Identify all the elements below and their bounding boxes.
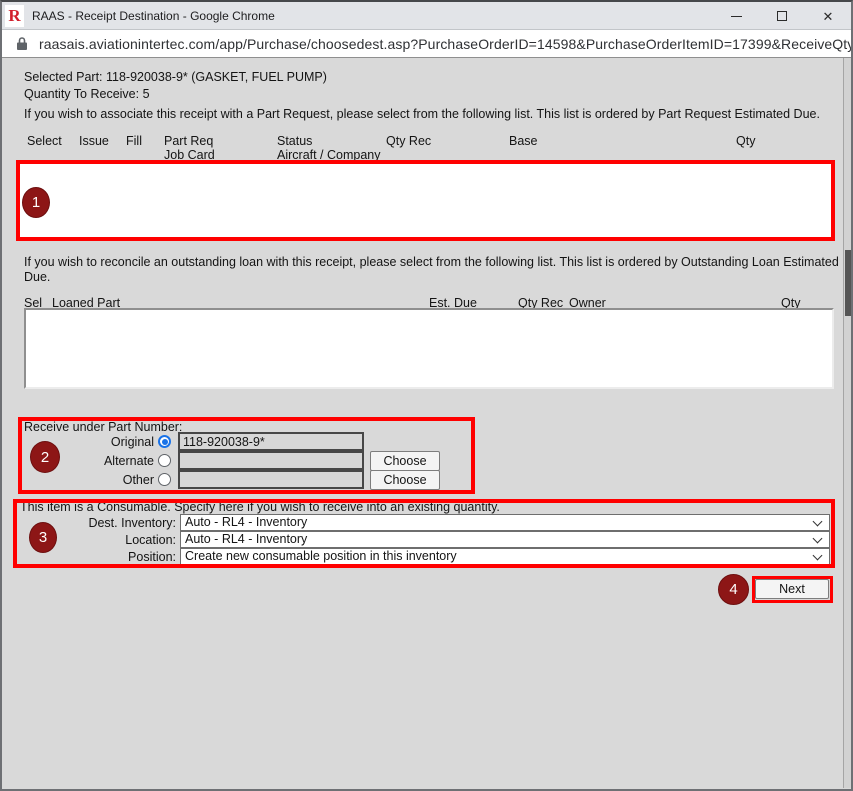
loan-list [24,308,834,389]
raas-favicon-icon: R [5,5,24,27]
next-button[interactable]: Next [755,579,829,599]
browser-window: R RAAS - Receipt Destination - Google Ch… [0,0,853,791]
location-value: Auto - RL4 - Inventory [185,532,307,546]
scrollbar-thumb[interactable] [845,250,851,316]
alternate-part-input[interactable] [178,451,364,470]
col-job-card: Job Card [164,148,215,162]
other-label: Other [60,473,154,487]
original-radio[interactable] [158,435,171,448]
alternate-choose-button[interactable]: Choose [370,451,440,471]
selected-part-text: Selected Part: 118-920038-9* (GASKET, FU… [24,70,327,84]
consumable-instruction: This item is a Consumable. Specify here … [20,500,500,514]
alternate-radio[interactable] [158,454,171,467]
col-qty: Qty [736,134,755,148]
maximize-button[interactable] [759,2,805,30]
position-label: Position: [42,550,176,564]
col-aircraft-company: Aircraft / Company [277,148,381,162]
quantity-to-receive-text: Quantity To Receive: 5 [24,87,150,101]
position-value: Create new consumable position in this i… [185,549,457,563]
chevron-down-icon [813,534,823,544]
original-label: Original [60,435,154,449]
col-part-req: Part Req [164,134,213,148]
lock-icon [16,36,28,51]
window-title: RAAS - Receipt Destination - Google Chro… [32,9,275,23]
other-radio[interactable] [158,473,171,486]
minimize-icon [731,16,742,17]
location-label: Location: [42,533,176,547]
window-controls: ✕ [713,2,851,30]
col-issue: Issue [79,134,109,148]
position-select[interactable]: Create new consumable position in this i… [180,548,830,565]
dest-inventory-select[interactable]: Auto - RL4 - Inventory [180,514,830,531]
part-request-instruction: If you wish to associate this receipt wi… [24,107,820,121]
other-part-input[interactable] [178,470,364,489]
url-text: raasais.aviationintertec.com/app/Purchas… [39,36,851,52]
other-choose-button[interactable]: Choose [370,470,440,490]
chevron-down-icon [813,551,823,561]
chevron-down-icon [813,517,823,527]
window-titlebar: R RAAS - Receipt Destination - Google Ch… [2,2,851,30]
page-content: Selected Part: 118-920038-9* (GASKET, FU… [2,58,851,788]
annotation-badge-2: 2 [30,441,60,473]
dest-inventory-label: Dest. Inventory: [42,516,176,530]
dest-inventory-value: Auto - RL4 - Inventory [185,515,307,529]
address-bar[interactable]: raasais.aviationintertec.com/app/Purchas… [2,30,851,58]
col-fill: Fill [126,134,142,148]
minimize-button[interactable] [713,2,759,30]
close-button[interactable]: ✕ [805,2,851,30]
annotation-badge-4: 4 [718,574,749,605]
maximize-icon [777,11,787,21]
alternate-label: Alternate [60,454,154,468]
original-part-input[interactable] [178,432,364,451]
col-select: Select [27,134,62,148]
col-status: Status [277,134,312,148]
scrollbar[interactable] [843,58,851,788]
location-select[interactable]: Auto - RL4 - Inventory [180,531,830,548]
col-base: Base [509,134,538,148]
receive-title: Receive under Part Number: [24,420,182,434]
part-request-list [20,164,831,238]
loan-instruction: If you wish to reconcile an outstanding … [24,255,848,285]
col-qty-rec: Qty Rec [386,134,431,148]
close-icon: ✕ [823,10,834,23]
